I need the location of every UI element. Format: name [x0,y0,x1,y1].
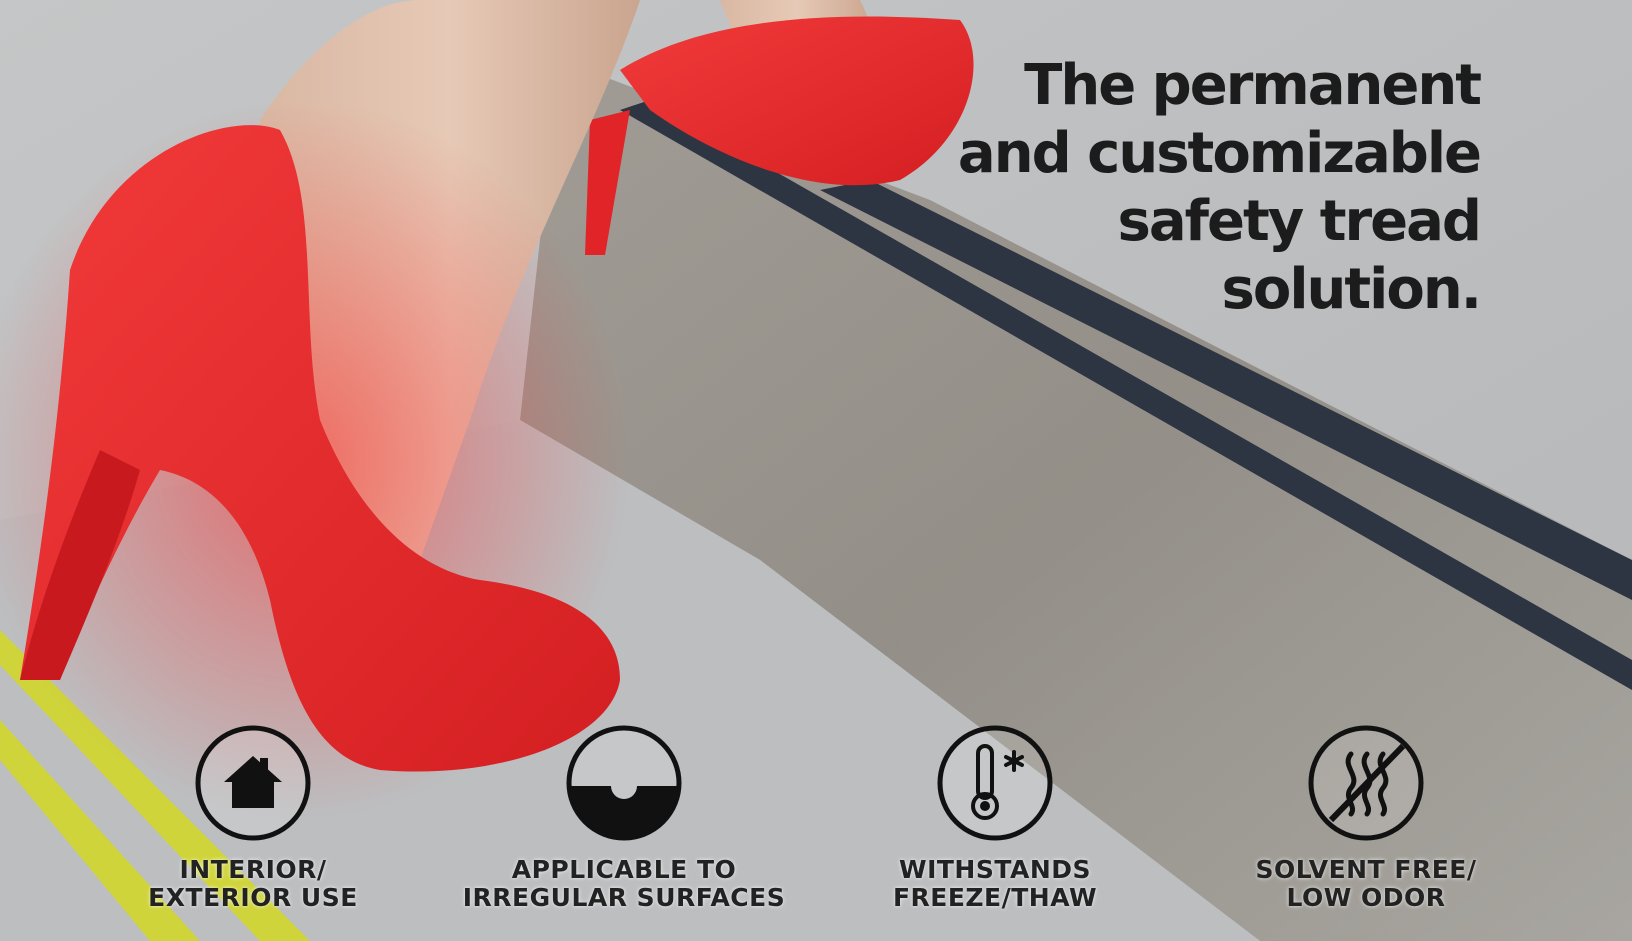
feature-freeze-thaw: WITHSTANDS FREEZE/THAW [815,724,1175,912]
no-odor-icon [1308,725,1424,841]
feature-caption: APPLICABLE TO IRREGULAR SURFACES [444,856,804,912]
headline-line: safety tread [1117,189,1482,254]
caption-line: IRREGULAR SURFACES [462,883,786,912]
caption-line: EXTERIOR USE [148,883,358,912]
feature-caption: INTERIOR/ EXTERIOR USE [73,856,433,912]
headline-line: The permanent [1024,53,1482,118]
caption-line: INTERIOR/ [179,855,327,884]
thermometer-snowflake-icon [937,725,1053,841]
house-icon [195,725,311,841]
caption-line: APPLICABLE TO [511,855,737,884]
headline-line: and customizable [957,121,1482,186]
caption-line: LOW ODOR [1286,883,1446,912]
headline-line: solution. [1221,257,1482,322]
feature-caption: WITHSTANDS FREEZE/THAW [815,856,1175,912]
feature-interior-exterior: INTERIOR/ EXTERIOR USE [73,724,433,912]
caption-line: FREEZE/THAW [892,883,1098,912]
headline: The permanent and customizable safety tr… [957,52,1482,324]
feature-solvent-free: SOLVENT FREE/ LOW ODOR [1186,724,1546,912]
feature-caption: SOLVENT FREE/ LOW ODOR [1186,856,1546,912]
irregular-surface-icon [566,725,682,841]
caption-line: WITHSTANDS [899,855,1091,884]
caption-line: SOLVENT FREE/ [1255,855,1477,884]
feature-irregular-surfaces: APPLICABLE TO IRREGULAR SURFACES [444,724,804,912]
